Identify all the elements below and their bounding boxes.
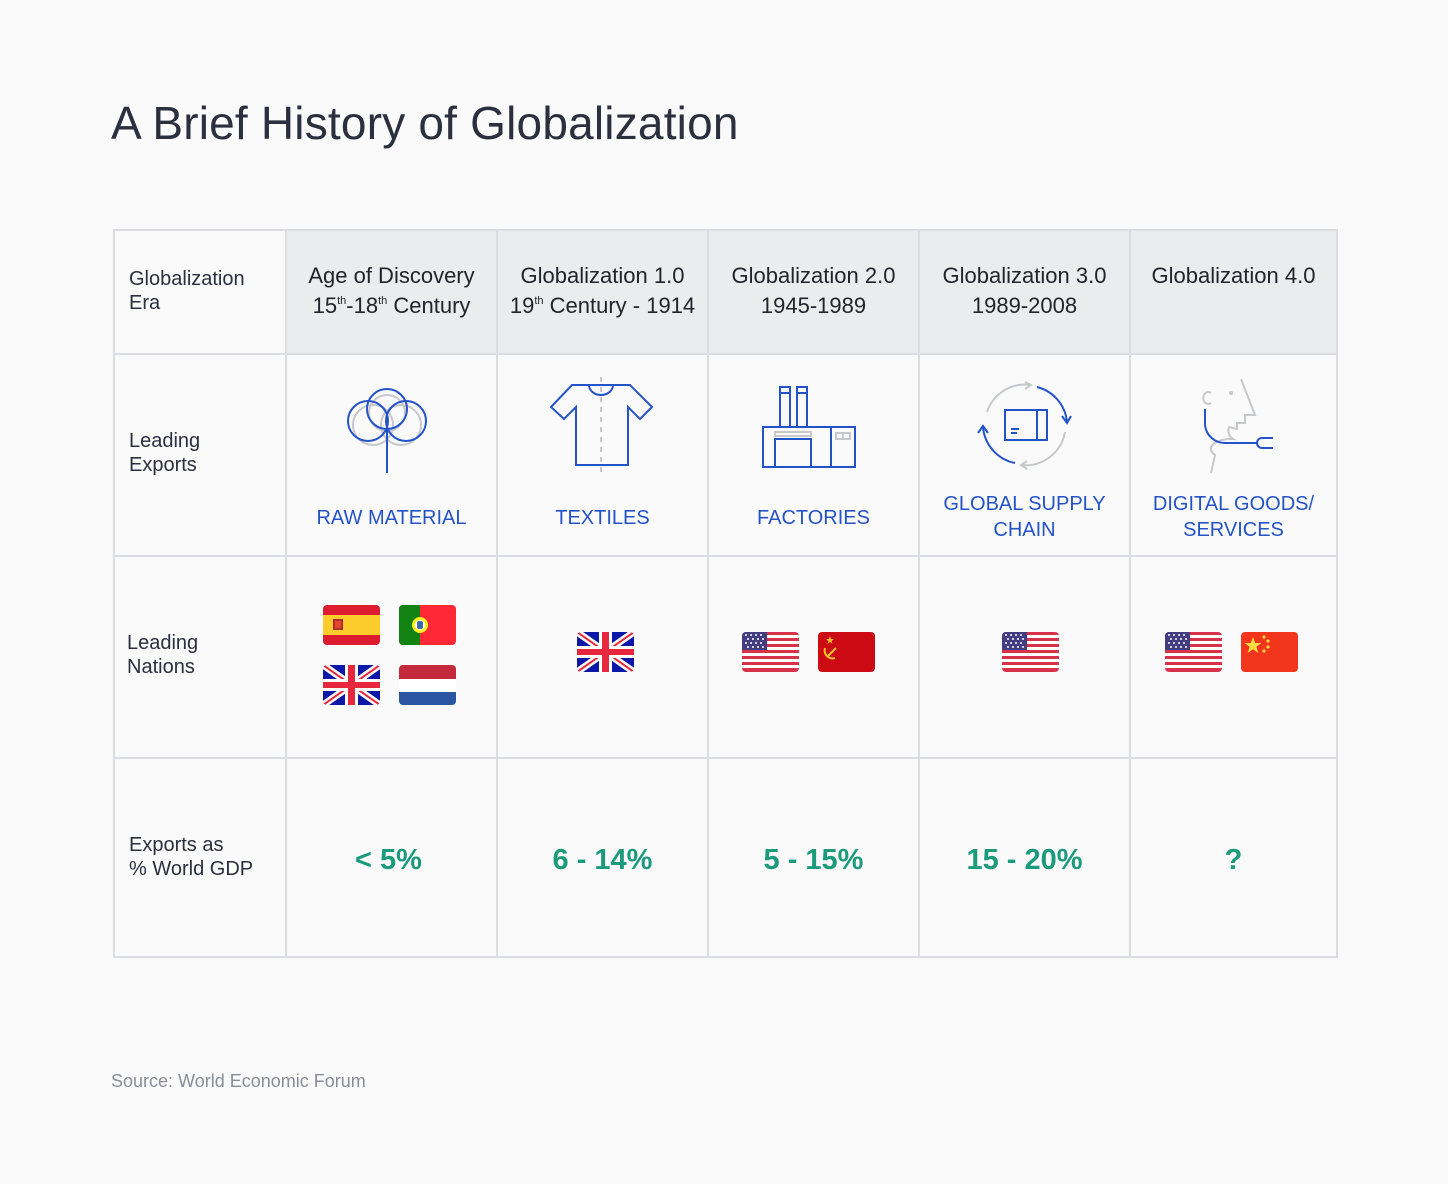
- era-name: Globalization 4.0: [1151, 263, 1316, 288]
- row-label-line: Leading: [129, 430, 201, 452]
- row-header-gdp: Exports as % World GDP: [115, 759, 285, 958]
- nations-cell: [285, 557, 496, 757]
- era-header-cell: Age of Discovery 15th-18th Century: [285, 231, 496, 353]
- gdp-value: < 5%: [355, 844, 422, 876]
- era-header-cell: Globalization 1.0 19th Century - 1914: [496, 231, 707, 353]
- era-header-cell: Globalization 3.0 1989-2008: [918, 231, 1129, 353]
- nations-cell: [918, 557, 1129, 757]
- era-period: 15th-18th Century: [312, 293, 471, 318]
- export-label: CHAIN: [993, 519, 1056, 541]
- netherlands-flag-icon: [399, 665, 456, 705]
- usa-flag-icon: [1165, 632, 1222, 672]
- cotton-plant-icon: [346, 388, 427, 473]
- uk-flag-icon: [323, 665, 380, 705]
- page-title: A Brief History of Globalization: [111, 97, 739, 149]
- row-label-line: Exports: [129, 454, 197, 476]
- export-cell: RAW MATERIAL: [285, 355, 496, 555]
- era-name: Globalization 2.0: [731, 263, 896, 288]
- row-header-nations: Leading Nations: [115, 557, 285, 757]
- era-name: Age of Discovery: [308, 263, 475, 288]
- row-header-exports: Leading Exports: [115, 355, 285, 555]
- nations-row: Leading Nations: [115, 557, 1336, 759]
- export-cell: DIGITAL GOODS/ SERVICES: [1129, 355, 1336, 555]
- row-label-line: % World GDP: [129, 858, 254, 880]
- nations-cell: [1129, 557, 1336, 757]
- gdp-cell: 5 - 15%: [707, 759, 918, 958]
- portugal-flag-icon: [399, 605, 456, 645]
- source-note: Source: World Economic Forum: [111, 1071, 366, 1091]
- gdp-cell: 6 - 14%: [496, 759, 707, 958]
- era-period: 1989-2008: [971, 293, 1078, 318]
- nations-cell: [707, 557, 918, 757]
- era-period: 19th Century - 1914: [509, 293, 696, 318]
- gdp-cell: < 5%: [285, 759, 496, 958]
- row-label-line: Exports as: [129, 834, 224, 856]
- gdp-value: 15 - 20%: [966, 844, 1083, 876]
- headset-user-icon: [1201, 378, 1273, 474]
- export-label: RAW MATERIAL: [316, 507, 467, 529]
- tshirt-icon: [549, 377, 653, 473]
- usa-flag-icon: [742, 632, 799, 672]
- era-header-cell: Globalization 4.0: [1129, 231, 1336, 353]
- row-label-line: Nations: [127, 656, 195, 678]
- export-label: GLOBAL SUPPLY: [943, 493, 1106, 515]
- export-cell: TEXTILES: [496, 355, 707, 555]
- gdp-value: 6 - 14%: [552, 844, 653, 876]
- gdp-value: 5 - 15%: [763, 844, 864, 876]
- era-name: Globalization 3.0: [942, 263, 1107, 288]
- supply-chain-cycle-icon: [976, 381, 1072, 470]
- exports-row: Leading Exports RAW MATERIAL TEXTILES FA…: [115, 355, 1336, 557]
- row-label-line: Era: [129, 292, 161, 314]
- ussr-flag-icon: [818, 632, 875, 672]
- gdp-value: ?: [1224, 844, 1243, 876]
- globalization-table: Globalization Era Age of Discovery 15th-…: [113, 229, 1338, 958]
- china-flag-icon: [1241, 632, 1298, 672]
- factory-icon: [761, 386, 856, 468]
- uk-flag-icon: [577, 632, 634, 672]
- spain-flag-icon: [323, 605, 380, 645]
- era-name: Globalization 1.0: [520, 263, 685, 288]
- nations-cell: [496, 557, 707, 757]
- export-cell: FACTORIES: [707, 355, 918, 555]
- export-label: DIGITAL GOODS/: [1152, 493, 1315, 515]
- export-label: TEXTILES: [555, 507, 650, 529]
- export-cell: GLOBAL SUPPLY CHAIN: [918, 355, 1129, 555]
- era-period: 1945-1989: [760, 293, 867, 318]
- export-label: SERVICES: [1183, 519, 1284, 541]
- row-header-era: Globalization Era: [115, 231, 285, 353]
- gdp-cell: 15 - 20%: [918, 759, 1129, 958]
- gdp-cell: ?: [1129, 759, 1336, 958]
- row-label-line: Leading: [127, 632, 199, 654]
- gdp-row: Exports as % World GDP < 5% 6 - 14% 5 - …: [115, 759, 1336, 958]
- era-row: Globalization Era Age of Discovery 15th-…: [115, 231, 1336, 355]
- row-label-line: Globalization: [129, 268, 245, 290]
- era-header-cell: Globalization 2.0 1945-1989: [707, 231, 918, 353]
- export-label: FACTORIES: [757, 507, 870, 529]
- usa-flag-icon: [1002, 632, 1059, 672]
